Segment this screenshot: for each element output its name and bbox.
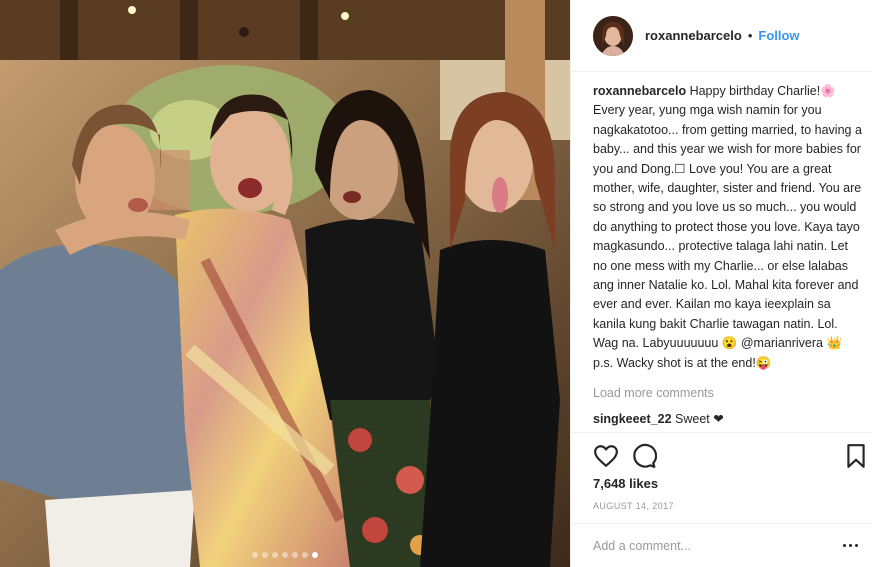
photo-illustration <box>0 0 570 567</box>
follow-button[interactable]: Follow <box>758 28 799 43</box>
more-options-icon[interactable] <box>839 538 861 552</box>
add-comment-input[interactable] <box>593 536 823 556</box>
author-username[interactable]: roxannebarcelo <box>645 28 742 43</box>
comment-icon[interactable] <box>631 443 658 469</box>
caption-text: Happy birthday Charlie!🌸 Every year, yun… <box>593 84 862 370</box>
comment-text: Sweet ❤ <box>675 412 724 426</box>
separator-dot: • <box>747 28 753 43</box>
carousel-dot[interactable] <box>292 552 298 558</box>
heart-icon[interactable] <box>593 443 619 469</box>
comment-username[interactable]: singkeeet_22 <box>593 412 672 426</box>
carousel-dot[interactable] <box>282 552 288 558</box>
comment-item: singkeeet_22 Sweet ❤ <box>593 411 724 426</box>
carousel-dot[interactable] <box>302 552 308 558</box>
carousel-dot-active[interactable] <box>312 552 318 558</box>
post-photo[interactable] <box>0 0 570 567</box>
like-count[interactable]: 7,648 likes <box>593 476 658 491</box>
add-comment-bar <box>571 523 872 567</box>
carousel-dot[interactable] <box>272 552 278 558</box>
carousel-dot[interactable] <box>252 552 258 558</box>
load-more-comments-link[interactable]: Load more comments <box>593 386 714 400</box>
post-header: roxannebarcelo • Follow <box>571 0 872 72</box>
post-date: AUGUST 14, 2017 <box>593 501 674 511</box>
caption-username[interactable]: roxannebarcelo <box>593 84 686 98</box>
bookmark-icon[interactable] <box>845 443 867 469</box>
avatar-image <box>593 15 633 56</box>
carousel-dot[interactable] <box>262 552 268 558</box>
post-actions <box>571 432 872 476</box>
post-sidebar: roxannebarcelo • Follow roxannebarcelo H… <box>570 0 872 567</box>
carousel-indicator <box>0 552 570 558</box>
post-caption: roxannebarcelo Happy birthday Charlie!🌸 … <box>593 82 863 373</box>
avatar[interactable] <box>593 15 633 56</box>
